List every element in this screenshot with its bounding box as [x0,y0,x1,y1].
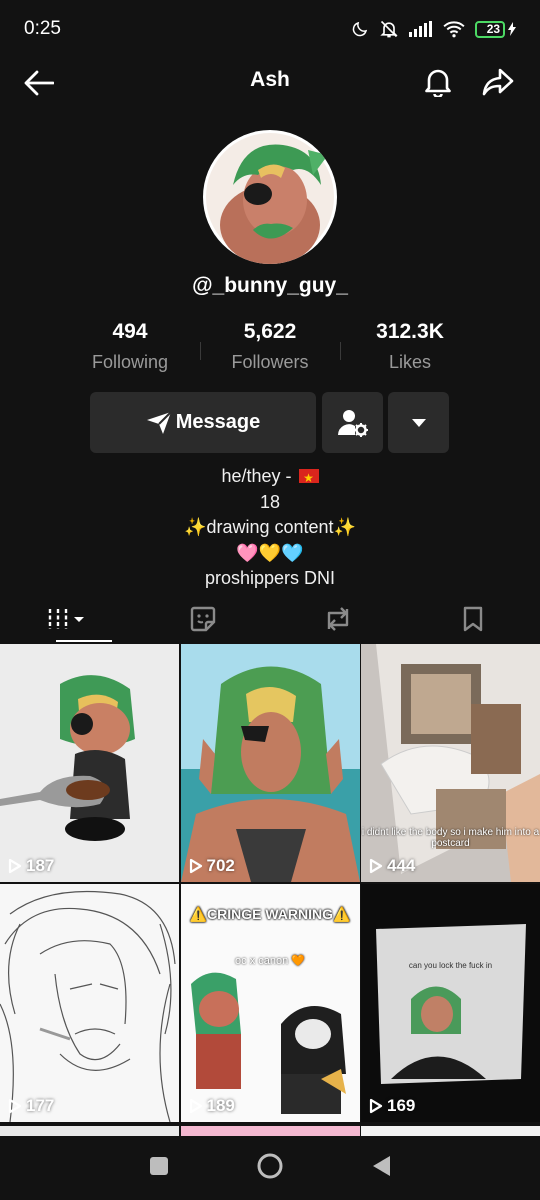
avatar[interactable] [203,130,337,264]
circle-icon [257,1153,283,1178]
video-thumbnail[interactable] [0,1126,179,1136]
user-settings-icon [337,409,368,437]
profile-stats: 494 Following 5,622 Followers 312.3K Lik… [60,320,480,373]
page-title: Ash [250,68,290,91]
message-label: Message [175,411,261,433]
status-icons: 23 [351,19,516,39]
sticker-icon [190,606,215,632]
video-thumbnail[interactable] [180,1126,360,1136]
send-icon [146,410,172,434]
profile-header: Ash [0,58,540,108]
view-count: 187 [8,856,54,876]
square-icon [150,1156,168,1175]
more-options-button[interactable] [388,392,449,453]
status-time: 0:25 [24,18,61,39]
wifi-icon [443,20,465,38]
notification-button[interactable] [418,62,458,102]
system-navigation-bar [0,1136,540,1200]
view-count-value: 177 [26,1096,55,1115]
stat-following[interactable]: 494 Following [60,320,200,373]
tab-favorites[interactable] [405,596,540,642]
stat-value: 5,622 [243,320,297,343]
caret-down-icon [411,418,426,427]
view-count-value: 189 [206,1096,235,1115]
view-count: 169 [369,1096,415,1116]
video-caption: can you lock the fuck in [408,961,493,970]
play-icon [369,858,383,874]
bell-icon [425,69,451,97]
bookmark-icon [463,606,482,632]
play-icon [189,1098,202,1114]
video-thumbnail[interactable]: can you lock the fuck in 169 [361,884,540,1122]
view-count-value: 187 [26,856,55,875]
video-thumbnail[interactable]: ⚠️CRINGE WARNING⚠️ oc x canon 🧡 189 [180,884,360,1122]
video-grid-partial-row [0,1126,540,1136]
video-thumbnail[interactable]: 187 [0,644,179,882]
bio-age: 18 [259,491,281,512]
view-count: 177 [8,1096,54,1116]
stat-label: Followers [231,352,309,372]
stat-likes[interactable]: 312.3K Likes [340,320,480,373]
play-icon [369,1098,383,1114]
view-count: 444 [369,856,415,876]
video-thumbnail[interactable]: 177 [0,884,179,1122]
video-caption: i didnt like the body so i make him into… [361,827,540,849]
repost-icon [327,607,348,631]
recents-button[interactable] [148,1155,170,1182]
home-button[interactable] [256,1152,284,1185]
play-icon [189,858,202,874]
video-grid: 187 702 i didnt like the body so i make … [0,644,540,1122]
play-icon [8,1098,22,1114]
battery-level: 23 [486,22,501,36]
view-count-value: 169 [387,1096,416,1115]
video-thumbnail[interactable]: 702 [180,644,360,882]
tab-reposts[interactable] [270,596,405,642]
bio-hearts: 🩷💛🩵 [236,542,304,563]
share-arrow-icon [482,68,514,96]
view-count: 702 [189,856,235,876]
bio-notice: proshippers DNI [204,568,336,588]
stat-followers[interactable]: 5,622 Followers [200,320,340,373]
signal-icon [409,21,433,37]
video-subcaption: oc x canon 🧡 [235,955,305,967]
message-button[interactable]: Message [90,392,316,453]
moon-icon [351,20,369,38]
battery-icon: 23 [475,20,516,38]
tab-stickers[interactable] [135,596,270,642]
view-count-value: 702 [206,856,235,875]
video-thumbnail[interactable] [361,1126,540,1136]
stat-value: 494 [112,320,148,343]
profile-tabs [0,596,540,642]
share-button[interactable] [478,62,518,102]
grid-lines-icon [48,609,84,629]
mute-bell-icon [379,19,399,39]
stat-label: Likes [388,352,432,372]
view-count: 189 [189,1096,235,1116]
triangle-back-icon [373,1155,390,1176]
add-friend-settings-button[interactable] [322,392,383,453]
video-thumbnail[interactable]: i didnt like the body so i make him into… [361,644,540,882]
stat-value: 312.3K [376,320,444,343]
username: @_bunny_guy_ [192,274,348,297]
bio-content: ✨drawing content✨ [184,517,356,537]
status-bar: 0:25 23 [0,0,540,58]
bio: he/they - 18 ✨drawing content✨ 🩷💛🩵 prosh… [0,464,540,592]
view-count-value: 444 [387,856,416,875]
video-caption: ⚠️CRINGE WARNING⚠️ [189,906,351,922]
bio-pronouns: he/they - [221,466,297,486]
stat-label: Following [91,352,169,372]
tab-videos[interactable] [0,596,135,642]
play-icon [8,858,22,874]
vietnam-flag-icon [298,466,319,492]
system-back-button[interactable] [370,1154,392,1183]
